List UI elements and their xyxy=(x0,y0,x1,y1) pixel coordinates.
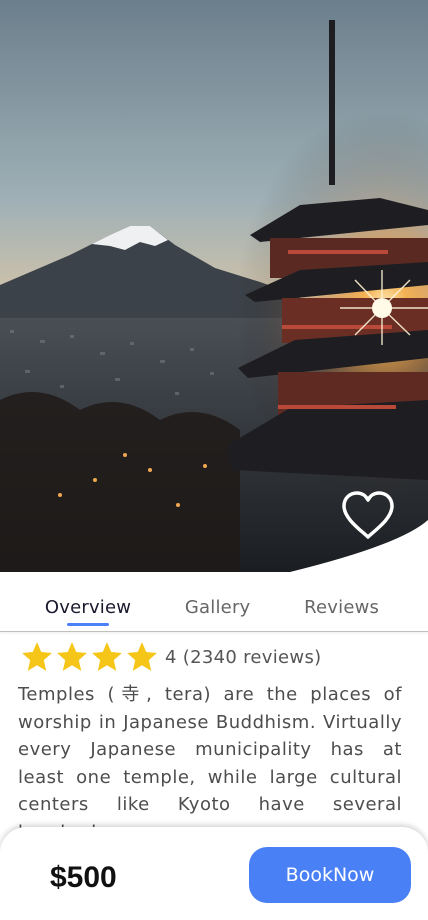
rating-count: 4 (2340 reviews) xyxy=(165,646,322,668)
tab-divider xyxy=(0,631,428,632)
price: $500 xyxy=(50,861,117,894)
star-icon xyxy=(22,642,52,671)
description: Temples (寺, tera) are the places of wors… xyxy=(18,684,402,843)
rating: 4 (2340 reviews) xyxy=(20,640,321,674)
temple-photo xyxy=(0,0,428,572)
star-icon xyxy=(57,642,87,671)
favorite-button[interactable] xyxy=(340,490,396,542)
tab-gallery[interactable]: Gallery xyxy=(185,588,251,618)
tab-bar: Overview Gallery Reviews xyxy=(0,588,428,632)
hero-image xyxy=(0,0,428,572)
heart-outline-icon xyxy=(342,491,394,539)
book-now-button[interactable]: BookNow xyxy=(249,847,411,903)
tab-reviews[interactable]: Reviews xyxy=(304,588,379,618)
tab-overview[interactable]: Overview xyxy=(45,588,131,618)
star-icon xyxy=(92,642,122,671)
star-icon xyxy=(127,642,157,671)
